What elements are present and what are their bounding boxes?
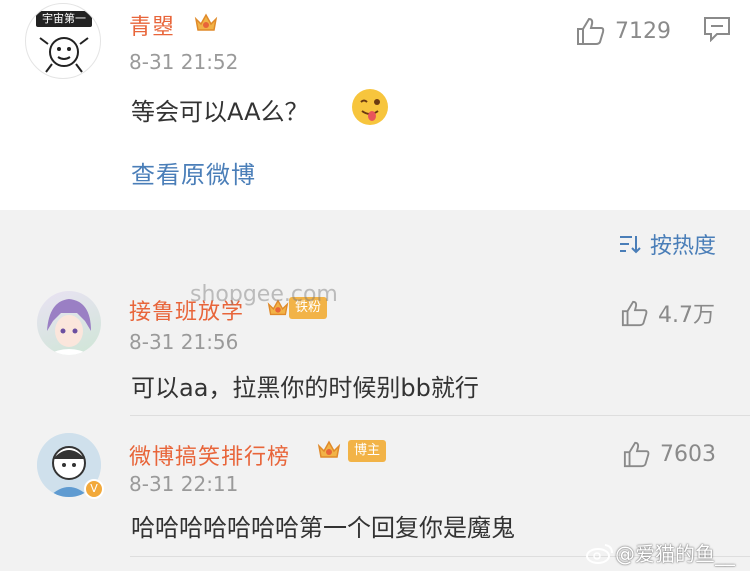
- divider: [130, 415, 750, 416]
- tongue-wink-emoji-icon: [352, 89, 388, 125]
- blogger-badge: 博主: [348, 440, 387, 462]
- avatar[interactable]: 宇宙第一: [25, 3, 101, 79]
- sort-icon: [620, 236, 641, 254]
- view-original-link[interactable]: 查看原微博: [131, 155, 256, 190]
- crown-icon: [194, 13, 218, 31]
- like-button[interactable]: 7129: [575, 16, 671, 46]
- comment-time: 8-31 21:52: [129, 50, 239, 74]
- sort-label: 按热度: [650, 234, 717, 259]
- like-count: 7603: [660, 441, 716, 467]
- like-button[interactable]: 4.7万: [620, 297, 715, 329]
- crown-icon: [317, 440, 341, 458]
- like-button[interactable]: 7603: [622, 440, 716, 468]
- username[interactable]: 青曌: [129, 9, 175, 41]
- avatar[interactable]: [37, 291, 101, 355]
- weibo-watermark: @爱猫的鱼__: [585, 538, 735, 567]
- sort-by-hot-button[interactable]: 按热度: [618, 228, 716, 260]
- watermark-text: shopgee.com: [190, 282, 338, 307]
- anime-avatar-icon: [47, 299, 91, 355]
- main-comment: 宇宙第一 青曌 8-31 21:52 7129 等会可以AA么？ 查看原微博: [0, 0, 750, 210]
- watermark-author: @爱猫的鱼__: [615, 542, 735, 566]
- thumbs-up-icon: [577, 17, 605, 45]
- comment-text: 等会可以AA么？: [131, 98, 309, 126]
- reply-text: 哈哈哈哈哈哈哈第一个回复你是魔鬼: [131, 514, 515, 542]
- like-count: 7129: [615, 18, 671, 44]
- reply-time: 8-31 21:56: [129, 330, 239, 354]
- comment-icon[interactable]: [703, 16, 731, 42]
- weibo-logo-icon: [586, 543, 613, 564]
- thumbs-up-icon: [621, 300, 648, 327]
- thumbs-up-icon: [623, 441, 650, 468]
- like-count: 4.7万: [658, 303, 715, 328]
- verified-badge: V: [84, 479, 104, 499]
- reply-username[interactable]: 微博搞笑排行榜: [129, 439, 290, 471]
- reply-time: 8-31 22:11: [129, 472, 239, 496]
- reply-text: 可以aa，拉黑你的时候别bb就行: [131, 374, 479, 402]
- cartoon-face-icon: [39, 37, 89, 73]
